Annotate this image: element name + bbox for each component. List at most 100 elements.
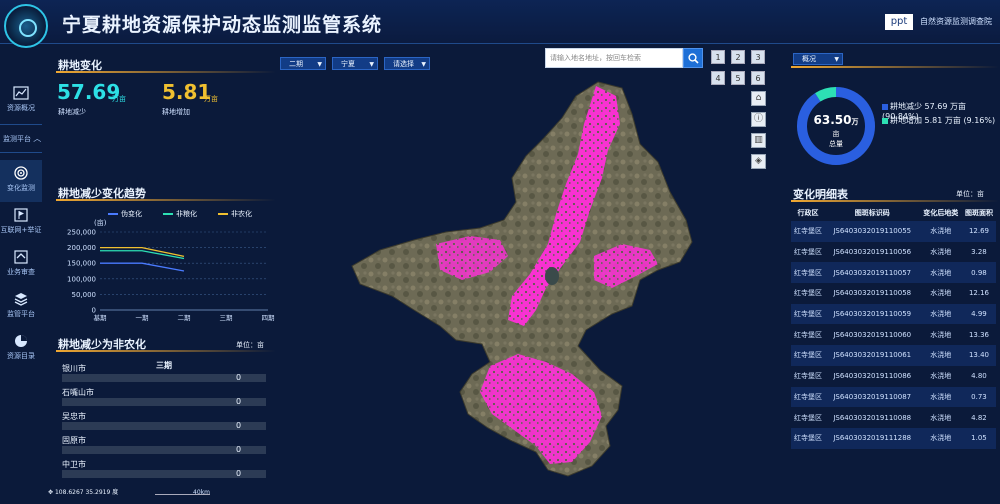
map-button-6[interactable]: 6 — [751, 71, 765, 85]
table-cell: 12.16 — [961, 283, 996, 304]
series-line — [100, 250, 185, 260]
table-cell: 红寺堡区 — [791, 221, 825, 242]
nav-item-monitor-platform[interactable]: 监测平台 ︿ — [0, 128, 42, 150]
bar-value: 0 — [236, 469, 242, 478]
bar-name: 中卫市 — [62, 460, 86, 469]
table-cell: 12.69 — [961, 221, 996, 242]
table-row[interactable]: 红寺堡区 JS6403032019110061 水浇地 13.40 — [791, 345, 996, 366]
increase-unit: 万亩 — [204, 95, 218, 103]
table-cell: JS6403032019110061 — [825, 345, 920, 366]
overview-select[interactable]: 概况 ▼ — [793, 53, 843, 65]
overview-select-value: 概况 — [802, 55, 816, 63]
period-select[interactable]: 二期 ▼ — [280, 57, 326, 70]
nav-label-business-review: 业务审查 — [7, 268, 35, 276]
table-cell: 水浇地 — [919, 324, 962, 346]
table-cell: 红寺堡区 — [791, 303, 825, 325]
flag-icon — [13, 208, 29, 222]
table-row[interactable]: 红寺堡区 JS6403032019110088 水浇地 4.82 — [791, 407, 996, 428]
column-header[interactable]: 变化后地类 — [919, 204, 962, 221]
nav-item-supervision-platform[interactable]: 监管平台 — [0, 286, 42, 328]
nav-item-internet-evidence[interactable]: 互联网+举证 — [0, 202, 42, 244]
legend-increase: 耕地增加 5.81 万亩 (9.16%) — [882, 115, 995, 126]
table-row[interactable]: 红寺堡区 JS6403032019110057 水浇地 0.98 — [791, 262, 996, 284]
search-button[interactable] — [683, 48, 703, 68]
search-input[interactable]: 请输入地名地址，按回车检索 — [545, 48, 683, 68]
table-cell: JS6403032019110086 — [825, 365, 920, 387]
nav-item-overview[interactable]: 资源概况 — [0, 80, 42, 122]
app-title: 宁夏耕地资源保护动态监测监管系统 — [62, 14, 383, 36]
info-icon[interactable]: ⓘ — [751, 112, 766, 127]
section-underline — [56, 71, 276, 73]
bars-period: 三期 — [156, 361, 172, 370]
caret-down-icon: ▼ — [834, 56, 839, 63]
choose-select[interactable]: 请选择 ▼ — [384, 57, 430, 70]
table-row[interactable]: 红寺堡区 JS6403032019110060 水浇地 13.36 — [791, 324, 996, 346]
table-cell: 4.99 — [961, 303, 996, 325]
bar-value: 0 — [236, 397, 242, 406]
donut-label: 总量 — [829, 140, 843, 148]
table-cell: 红寺堡区 — [791, 345, 825, 366]
table-cell: 水浇地 — [919, 427, 962, 449]
table-row[interactable]: 红寺堡区 JS6403032019110059 水浇地 4.99 — [791, 303, 996, 325]
table-cell: JS6403032019110060 — [825, 324, 920, 346]
caret-down-icon: ▼ — [421, 61, 426, 68]
table-cell: 3.28 — [961, 241, 996, 263]
bar-value: 0 — [236, 421, 242, 430]
nav-item-business-review[interactable]: 业务审查 — [0, 244, 42, 286]
y-axis-label: (亩) — [94, 218, 107, 227]
table-row[interactable]: 红寺堡区 JS6403032019110086 水浇地 4.80 — [791, 365, 996, 387]
donut-unit: 万 — [851, 118, 859, 126]
bars-unit: 单位：亩 — [236, 341, 264, 349]
chevron-up-icon: ︿ — [33, 134, 42, 143]
table-cell: JS6403032019110087 — [825, 386, 920, 408]
measure-icon[interactable]: ▥ — [751, 133, 766, 148]
bar-value: 0 — [236, 373, 242, 382]
table-cell: 红寺堡区 — [791, 386, 825, 408]
column-header[interactable]: 图斑面积 — [962, 204, 996, 221]
table-cell: JS6403032019110056 — [825, 241, 920, 263]
table-cell: 红寺堡区 — [791, 283, 825, 304]
caret-down-icon: ▼ — [369, 61, 374, 68]
table-cell: 水浇地 — [919, 345, 962, 366]
layers-icon — [13, 292, 29, 306]
donut-center: 63.50万 — [795, 113, 877, 127]
table-row[interactable]: 红寺堡区 JS6403032019110058 水浇地 12.16 — [791, 283, 996, 304]
table-cell: 4.80 — [961, 365, 996, 387]
table-cell: 4.82 — [961, 407, 996, 428]
target-icon — [13, 166, 29, 180]
map-button-1[interactable]: 1 — [711, 50, 725, 64]
column-header[interactable]: 图斑标识码 — [825, 204, 919, 221]
table-row[interactable]: 红寺堡区 JS6403032019110055 水浇地 12.69 — [791, 221, 996, 242]
table-cell: JS6403032019110058 — [825, 283, 920, 304]
ningxia-map[interactable] — [340, 74, 740, 484]
table-row[interactable]: 红寺堡区 JS6403032019110087 水浇地 0.73 — [791, 386, 996, 408]
x-tick-label: 三期 — [220, 314, 234, 322]
ppt-button[interactable]: ppt — [885, 14, 913, 30]
series-line — [100, 262, 185, 272]
y-tick-label: 150,000 — [67, 260, 96, 268]
table-cell: 红寺堡区 — [791, 427, 825, 449]
section-underline — [56, 350, 276, 352]
x-tick-label: 基期 — [94, 313, 108, 322]
region-select-value: 宁夏 — [341, 60, 355, 68]
nav-item-change-monitor[interactable]: 变化监测 — [0, 160, 42, 202]
nav-label-internet-evidence: 互联网+举证 — [0, 226, 42, 234]
map-button-2[interactable]: 2 — [731, 50, 745, 64]
series-line — [100, 246, 185, 257]
table-cell: JS6403032019110057 — [825, 262, 920, 284]
region-select[interactable]: 宁夏 ▼ — [332, 57, 378, 70]
home-icon[interactable]: ⌂ — [751, 91, 766, 106]
map-button-3[interactable]: 3 — [751, 50, 765, 64]
chart-line-icon — [13, 86, 29, 100]
table-header-row: 行政区 图斑标识码 变化后地类 图斑面积 — [791, 204, 996, 221]
table-row[interactable]: 红寺堡区 JS6403032019110056 水浇地 3.28 — [791, 241, 996, 263]
section-underline — [791, 200, 999, 202]
layers-icon[interactable]: ◈ — [751, 154, 766, 169]
table-cell: 水浇地 — [919, 241, 962, 263]
column-header[interactable]: 行政区 — [791, 204, 825, 221]
table-cell: 水浇地 — [919, 303, 962, 325]
nav-divider — [0, 124, 42, 125]
table-row[interactable]: 红寺堡区 JS6403032019111288 水浇地 1.05 — [791, 427, 996, 449]
decrease-label: 耕地减少 — [58, 108, 86, 116]
nav-item-resource-catalog[interactable]: 资源目录 — [0, 328, 42, 370]
